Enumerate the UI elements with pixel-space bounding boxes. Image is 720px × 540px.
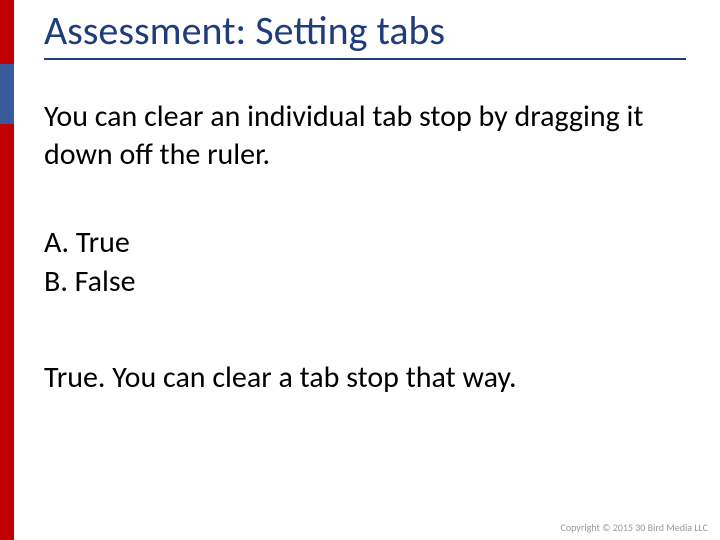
question-text: You can clear an individual tab stop by …: [44, 98, 686, 175]
option-b: B. False: [44, 262, 686, 302]
answer-text: True. You can clear a tab stop that way.: [44, 358, 686, 397]
option-a: A. True: [44, 223, 686, 263]
copyright-notice: Copyright © 2015 30 Bird Media LLC: [561, 521, 709, 534]
slide-title: Assessment: Setting tabs: [44, 8, 686, 60]
left-accent-bar-highlight: [0, 64, 14, 124]
slide-content: Assessment: Setting tabs You can clear a…: [14, 0, 720, 540]
answer-options: A. True B. False: [44, 223, 686, 302]
